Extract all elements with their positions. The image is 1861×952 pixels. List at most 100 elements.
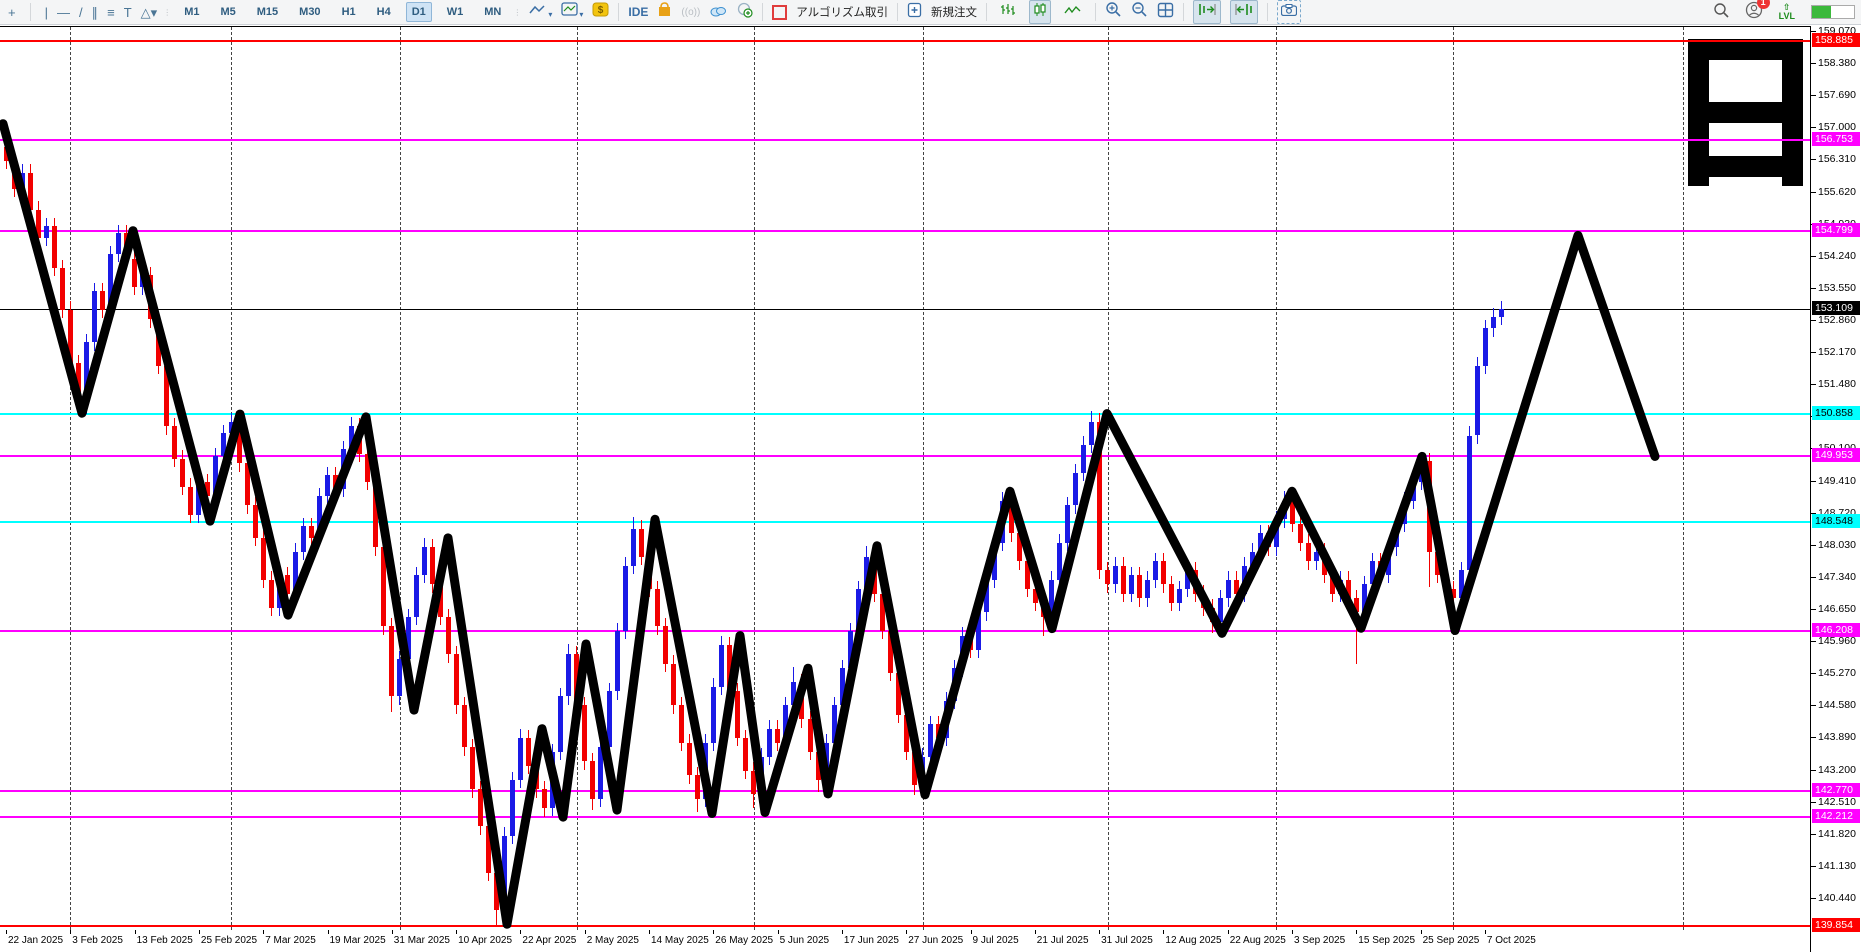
vertical-line-tool-icon[interactable]: | — [45, 6, 48, 19]
chart-shift-icon[interactable] — [1229, 0, 1258, 24]
date-tick-label: 25 Sep 2025 — [1422, 935, 1480, 946]
date-tick-label: 7 Oct 2025 — [1486, 935, 1536, 946]
price-level-label: 150.858 — [1812, 406, 1860, 421]
timeframe-h4[interactable]: H4 — [371, 2, 397, 22]
ide-button[interactable]: IDE — [628, 5, 648, 19]
shapes-tool-icon[interactable]: △▾ — [141, 6, 158, 19]
date-tick-label: 19 Mar 2025 — [329, 935, 386, 946]
zoom-out-icon[interactable] — [1131, 1, 1148, 23]
date-tick-label: 27 Jun 2025 — [908, 935, 964, 946]
algo-trading-button[interactable]: アルゴリズム取引 — [796, 4, 888, 20]
price-tick — [1811, 769, 1816, 771]
price-level-label: 156.753 — [1812, 131, 1860, 146]
zigzag-line[interactable] — [0, 119, 1660, 929]
auto-scroll-icon[interactable] — [1192, 0, 1221, 24]
bars-chart-icon[interactable] — [996, 0, 1020, 24]
price-tick — [1811, 191, 1816, 193]
date-tick — [970, 930, 972, 934]
price-tick — [1811, 705, 1816, 707]
price-tick — [1811, 609, 1816, 611]
market-icon[interactable] — [657, 2, 672, 22]
divider — [1094, 3, 1096, 21]
text-tool-icon[interactable]: T — [124, 6, 132, 19]
cloud-icon[interactable] — [709, 3, 727, 22]
price-tick-label: 148.030 — [1818, 538, 1856, 551]
price-tick-label: 155.620 — [1818, 185, 1856, 198]
horizontal-line-tool-icon[interactable]: ― — [57, 6, 70, 19]
timeframe-m5[interactable]: M5 — [214, 2, 241, 22]
new-order-button[interactable]: 新規注文 — [931, 4, 977, 20]
date-tick-label: 25 Feb 2025 — [200, 935, 258, 946]
date-tick-label: 5 Jun 2025 — [779, 935, 830, 946]
date-tick-label: 3 Sep 2025 — [1294, 935, 1346, 946]
price-tick — [1811, 255, 1816, 257]
price-tick-label: 145.270 — [1818, 667, 1856, 680]
divider — [985, 3, 987, 21]
zoom-in-icon[interactable] — [1105, 1, 1122, 23]
price-tick-label: 152.860 — [1818, 314, 1856, 326]
symbols-icon[interactable]: $ — [592, 2, 609, 22]
algo-trading-icon[interactable] — [772, 4, 788, 20]
timeframe-m1[interactable]: M1 — [178, 2, 205, 22]
crosshair-tool-icon[interactable]: + — [8, 6, 16, 19]
community-icon[interactable] — [736, 2, 753, 23]
date-tick — [456, 930, 458, 934]
date-tick — [713, 930, 715, 934]
price-tick — [1811, 159, 1816, 161]
line-chart-icon[interactable] — [1060, 1, 1086, 24]
tile-windows-icon[interactable] — [1157, 2, 1174, 23]
date-tick — [263, 930, 265, 934]
chart-template-icon[interactable]: ▾ — [561, 2, 583, 22]
price-tick — [1811, 352, 1816, 354]
price-tick-label: 145.960 — [1818, 635, 1856, 648]
screenshot-icon[interactable] — [1276, 0, 1301, 24]
signals-icon[interactable]: ((o)) — [681, 7, 700, 18]
date-tick — [1484, 930, 1486, 934]
date-tick — [1420, 930, 1422, 934]
zigzag-overlay[interactable] — [0, 27, 1810, 930]
date-tick — [649, 930, 650, 934]
svg-text:$: $ — [598, 5, 604, 16]
price-tick — [1811, 833, 1816, 835]
timeframe-m30[interactable]: M30 — [293, 2, 326, 22]
candles-chart-icon[interactable] — [1028, 0, 1051, 24]
fibonacci-tool-icon[interactable]: ≡ — [107, 6, 115, 19]
price-tick — [1811, 673, 1816, 675]
trendline-tool-icon[interactable]: / — [79, 6, 83, 19]
price-tick — [1811, 576, 1816, 578]
date-axis[interactable]: 22 Jan 2025 3 Feb 2025 13 Feb 2025 25 Feb 2… — [0, 930, 1810, 952]
date-tick-label: 3 Feb 2025 — [72, 935, 123, 946]
price-tick — [1811, 63, 1816, 65]
price-tick — [1811, 544, 1816, 546]
new-order-icon[interactable] — [907, 2, 922, 23]
search-icon[interactable] — [1713, 2, 1729, 23]
chart-plot-area[interactable] — [0, 26, 1810, 931]
timeframe-w1[interactable]: W1 — [441, 2, 470, 22]
date-tick — [70, 930, 72, 934]
date-tick — [1163, 930, 1165, 934]
price-tick-label: 143.200 — [1818, 763, 1856, 776]
timeframe-m15[interactable]: M15 — [251, 2, 284, 22]
level-progress-bar — [1811, 5, 1855, 19]
price-tick — [1811, 320, 1816, 321]
toolbar-grip: ⋮ — [513, 7, 523, 17]
timeframe-d1[interactable]: D1 — [405, 2, 432, 22]
price-tick — [1811, 641, 1816, 643]
indicators-icon[interactable]: ▾ — [528, 3, 552, 22]
date-tick-label: 9 Jul 2025 — [972, 935, 1019, 946]
user-avatar[interactable]: 1 — [1745, 0, 1770, 24]
price-tick-label: 157.690 — [1818, 89, 1856, 102]
price-level-label: 139.854 — [1812, 918, 1860, 933]
channel-tool-icon[interactable]: ∥ — [92, 6, 99, 19]
price-axis[interactable]: 159.070 158.380 157.690 157.000 156.310 155.6… — [1810, 25, 1861, 952]
date-tick-label: 21 Jul 2025 — [1036, 935, 1089, 946]
divider — [29, 3, 31, 21]
level-indicator[interactable]: ⇧ LVL — [1779, 3, 1795, 21]
timeframe-mn[interactable]: MN — [478, 2, 507, 22]
timeframe-h1[interactable]: H1 — [336, 2, 362, 22]
date-tick — [1034, 930, 1036, 934]
date-tick — [841, 930, 843, 934]
date-tick-label: 13 Feb 2025 — [136, 935, 193, 946]
date-tick-label: 15 Sep 2025 — [1358, 935, 1416, 946]
price-tick — [1811, 865, 1816, 867]
